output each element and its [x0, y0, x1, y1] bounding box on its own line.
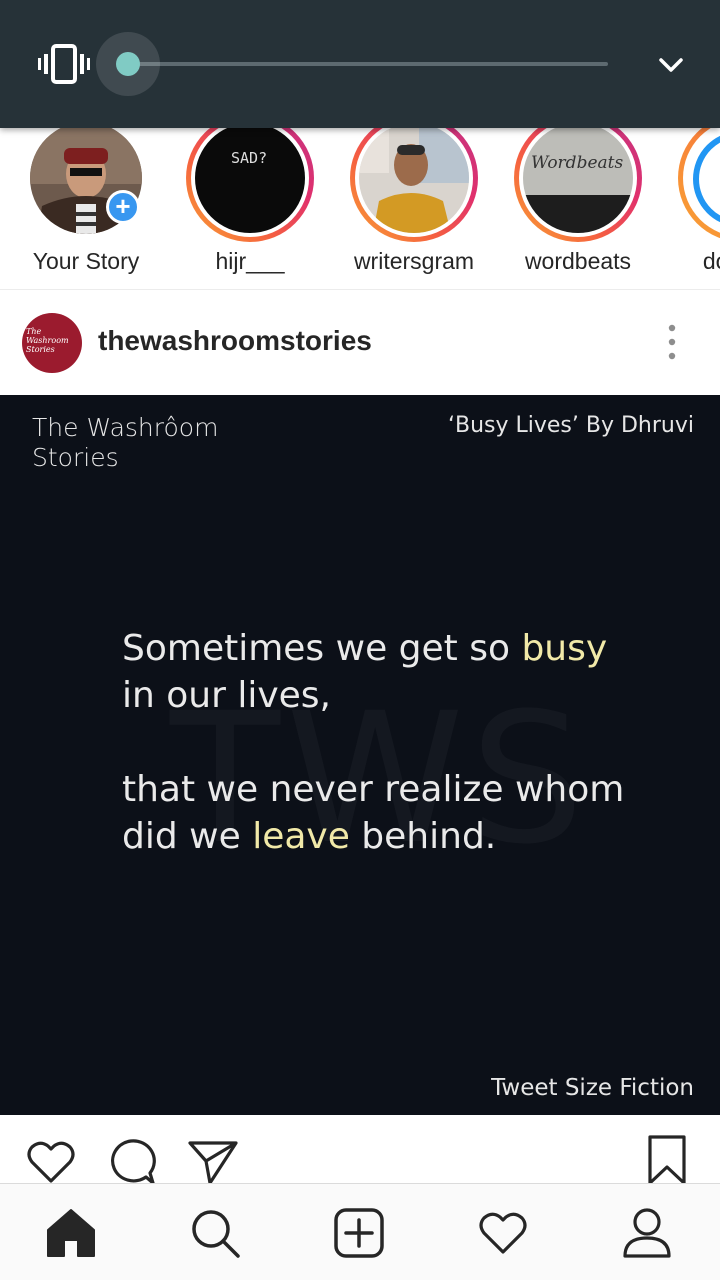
- avatar: [350, 128, 478, 242]
- avatar-text: SAD?: [231, 149, 268, 167]
- home-icon[interactable]: [44, 1206, 98, 1260]
- story-label: hijr___: [215, 248, 285, 274]
- volume-panel: [0, 0, 720, 128]
- post-byline: ‘Busy Lives’ By Dhruvi: [448, 413, 694, 438]
- post-username[interactable]: thewashroomstories: [98, 325, 372, 357]
- story-do[interactable]: do_: [678, 128, 720, 288]
- stories-tray: + Your Story SAD? hijr___ writersgram Wo…: [0, 128, 720, 290]
- share-icon[interactable]: [186, 1135, 240, 1189]
- avatar: Wordbeats: [514, 128, 642, 242]
- vibrate-icon[interactable]: [38, 44, 90, 84]
- avatar: SAD?: [186, 128, 314, 242]
- quote-text: Sometimes we get so busy in our lives, t…: [122, 628, 625, 857]
- search-icon[interactable]: [188, 1206, 242, 1260]
- heart-icon[interactable]: [24, 1135, 78, 1189]
- bottom-nav: [0, 1183, 720, 1280]
- post-header: The Washroom Stories thewashroomstories: [0, 291, 720, 395]
- story-wordbeats[interactable]: Wordbeats wordbeats: [514, 128, 654, 288]
- add-story-icon[interactable]: +: [106, 190, 140, 224]
- bookmark-icon[interactable]: [640, 1135, 694, 1189]
- volume-slider-track[interactable]: [128, 62, 608, 66]
- post-image[interactable]: The Washrôom Stories ‘Busy Lives’ By Dhr…: [0, 395, 720, 1115]
- chevron-down-icon[interactable]: [656, 50, 686, 80]
- story-label: wordbeats: [524, 248, 632, 274]
- volume-slider-thumb[interactable]: [116, 52, 140, 76]
- story-hijr[interactable]: SAD? hijr___: [186, 128, 326, 288]
- avatar-text: Wordbeats: [531, 153, 624, 173]
- avatar-text: The Washroom Stories: [26, 327, 69, 354]
- post-footer-tag: Tweet Size Fiction: [491, 1075, 694, 1101]
- add-post-icon[interactable]: [332, 1206, 386, 1260]
- story-your-story[interactable]: + Your Story: [22, 128, 162, 288]
- avatar: [678, 128, 720, 242]
- story-label: do_: [702, 248, 720, 274]
- post-actions: [0, 1115, 720, 1185]
- brand-logo: The Washrôom Stories: [32, 413, 219, 472]
- profile-icon[interactable]: [620, 1206, 674, 1260]
- story-writersgram[interactable]: writersgram: [350, 128, 490, 288]
- more-options-icon[interactable]: [660, 317, 684, 367]
- avatar[interactable]: The Washroom Stories: [22, 313, 82, 373]
- story-label: writersgram: [353, 248, 475, 274]
- story-label: Your Story: [32, 248, 140, 274]
- comment-icon[interactable]: [104, 1135, 158, 1189]
- avatar: [22, 128, 150, 242]
- activity-heart-icon[interactable]: [476, 1206, 530, 1260]
